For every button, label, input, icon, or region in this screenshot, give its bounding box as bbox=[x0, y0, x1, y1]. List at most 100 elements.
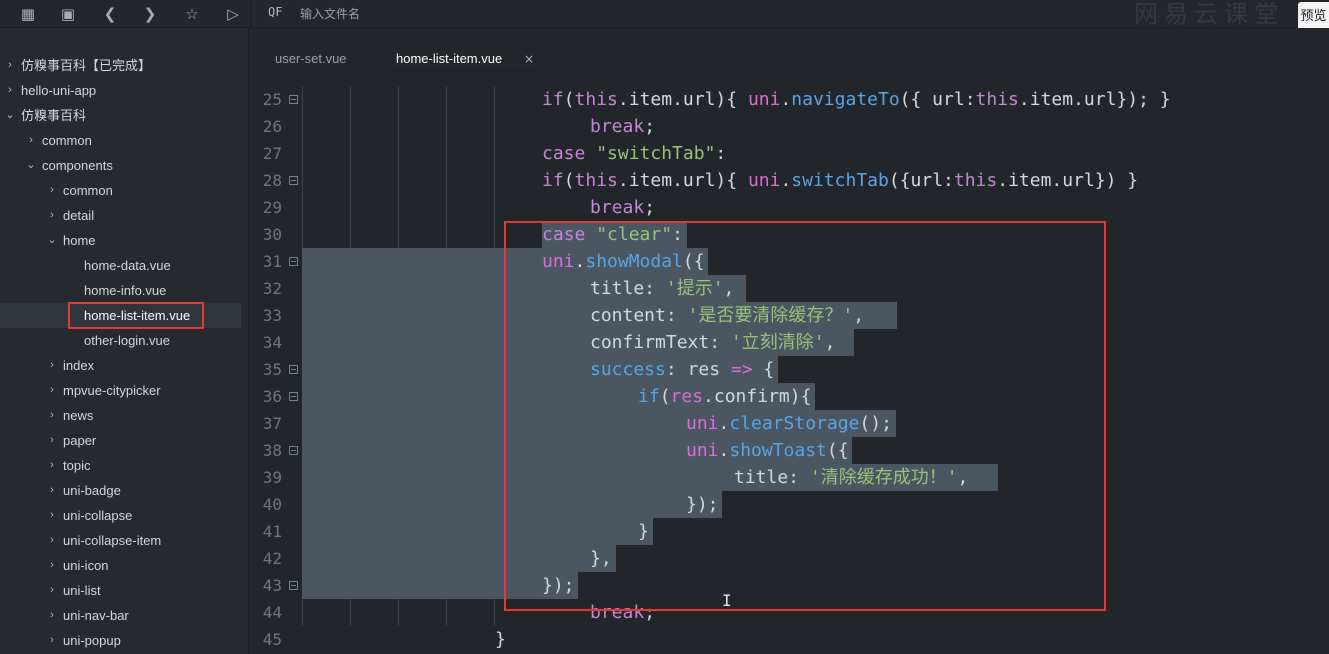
tree-item-label: 仿糗事百科【已完成】 bbox=[21, 58, 152, 73]
selection-highlight-annotation bbox=[68, 302, 204, 329]
tree-item-label: home-info.vue bbox=[84, 283, 167, 298]
tab-active-indicator bbox=[392, 70, 540, 72]
tree-item[interactable]: › common bbox=[0, 128, 241, 153]
chevron-right-icon: › bbox=[50, 184, 54, 196]
tree-item-label: uni-list bbox=[63, 583, 101, 598]
code-token: ({ url: bbox=[899, 89, 976, 110]
tree-item-label: uni-nav-bar bbox=[63, 608, 129, 623]
save-icon[interactable]: ▣ bbox=[57, 3, 79, 25]
code-token: .item.url){ bbox=[617, 89, 748, 110]
code-token: uni bbox=[747, 170, 781, 191]
line-number: 27 bbox=[262, 144, 282, 163]
tab-user-set[interactable]: user-set.vue bbox=[275, 47, 347, 71]
tree-item[interactable]: › common bbox=[0, 178, 241, 203]
tree-item-label: mpvue-citypicker bbox=[63, 383, 161, 398]
tree-item-label: uni-collapse bbox=[63, 508, 133, 523]
line-number: 35 bbox=[262, 360, 282, 379]
chevron-right-icon: › bbox=[50, 384, 54, 396]
line-number: 39 bbox=[262, 468, 282, 487]
tree-item[interactable]: › paper bbox=[0, 428, 241, 453]
code-line: } bbox=[495, 626, 506, 653]
tree-item[interactable]: › uni-icon bbox=[0, 553, 241, 578]
fold-toggle-icon[interactable] bbox=[289, 392, 298, 401]
line-number: 25 bbox=[262, 90, 282, 109]
code-token: this bbox=[975, 89, 1019, 110]
line-number: 40 bbox=[262, 495, 282, 514]
tree-item-label: hello-uni-app bbox=[21, 83, 97, 98]
tree-item[interactable]: › hello-uni-app bbox=[0, 78, 241, 103]
chevron-right-icon: › bbox=[50, 459, 54, 471]
star-icon[interactable]: ☆ bbox=[181, 3, 203, 25]
fold-toggle-icon[interactable] bbox=[289, 581, 298, 590]
code-token: ( bbox=[563, 89, 575, 110]
new-file-icon[interactable]: ▦ bbox=[17, 3, 39, 25]
tree-item[interactable]: ⌄ components bbox=[0, 153, 241, 178]
code-line: break; bbox=[590, 194, 655, 221]
code-line: case "switchTab": bbox=[542, 140, 726, 167]
code-token: navigateTo bbox=[791, 89, 900, 110]
toolbar-divider bbox=[250, 0, 251, 28]
watermark-logo: 网易云课堂 bbox=[1134, 1, 1284, 28]
tree-item[interactable]: › uni-list bbox=[0, 578, 241, 603]
code-token: this bbox=[574, 170, 618, 191]
chevron-down-icon: ⌄ bbox=[5, 109, 15, 121]
tree-item-label: news bbox=[63, 408, 94, 423]
fold-toggle-icon[interactable] bbox=[289, 446, 298, 455]
tree-item-label: detail bbox=[63, 208, 95, 223]
chevron-right-icon: › bbox=[50, 534, 54, 546]
line-number: 33 bbox=[262, 306, 282, 325]
chevron-right-icon: › bbox=[50, 634, 54, 646]
tree-item-label: uni-popup bbox=[63, 633, 121, 648]
tree-file[interactable]: home-info.vue bbox=[0, 278, 241, 303]
tree-item[interactable]: › mpvue-citypicker bbox=[0, 378, 241, 403]
line-number: 31 bbox=[262, 252, 282, 271]
run-icon[interactable]: ▷ bbox=[222, 3, 244, 25]
tree-item-label: components bbox=[42, 158, 113, 173]
code-token: this bbox=[574, 89, 618, 110]
tree-file[interactable]: home-data.vue bbox=[0, 253, 241, 278]
code-token: .item.url){ bbox=[617, 170, 748, 191]
tree-item[interactable]: › topic bbox=[0, 453, 241, 478]
line-gutter: 25 26 27 28 29 30 31 32 33 34 35 36 37 38 39 40 41 42 43 44… bbox=[250, 86, 302, 654]
line-number: 45 bbox=[262, 630, 282, 649]
tree-item-label: common bbox=[42, 133, 92, 148]
tree-item-label: index bbox=[63, 358, 95, 373]
chevron-down-icon: ⌄ bbox=[47, 234, 57, 246]
tree-item[interactable]: › uni-nav-bar bbox=[0, 603, 241, 628]
tree-item[interactable]: › news bbox=[0, 403, 241, 428]
tree-item[interactable]: › uni-collapse-item bbox=[0, 528, 241, 553]
code-token: ; bbox=[644, 197, 656, 218]
chevron-right-icon: › bbox=[29, 134, 33, 146]
fold-toggle-icon[interactable] bbox=[289, 257, 298, 266]
code-token: this bbox=[953, 170, 998, 191]
line-number: 32 bbox=[262, 279, 282, 298]
tab-home-list-item[interactable]: home-list-item.vue bbox=[396, 47, 502, 71]
line-number: 42 bbox=[262, 549, 282, 568]
tree-item[interactable]: › uni-collapse bbox=[0, 503, 241, 528]
back-icon[interactable]: ❮ bbox=[99, 3, 121, 25]
fold-toggle-icon[interactable] bbox=[289, 365, 298, 374]
tree-item[interactable]: › uni-popup bbox=[0, 628, 241, 653]
forward-icon[interactable]: ❯ bbox=[139, 3, 161, 25]
file-search-input[interactable] bbox=[300, 4, 1060, 24]
tree-item[interactable]: › index bbox=[0, 353, 241, 378]
code-token: .item.url}) } bbox=[997, 170, 1139, 191]
tree-item-label: common bbox=[63, 183, 113, 198]
close-icon[interactable]: × bbox=[524, 47, 534, 71]
tree-item[interactable]: ⌄ home bbox=[0, 228, 241, 253]
fold-toggle-icon[interactable] bbox=[289, 95, 298, 104]
tree-file[interactable]: other-login.vue bbox=[0, 328, 241, 353]
annotation-box bbox=[504, 221, 1106, 611]
chevron-right-icon: › bbox=[8, 84, 12, 96]
tree-item[interactable]: › detail bbox=[0, 203, 241, 228]
code-line: if(this.item.url){ uni.switchTab({url:th… bbox=[542, 167, 1138, 194]
tree-item[interactable]: › uni-badge bbox=[0, 478, 241, 503]
code-token: . bbox=[780, 170, 792, 191]
fold-toggle-icon[interactable] bbox=[289, 176, 298, 185]
tree-item[interactable]: ⌄ 仿糗事百科 bbox=[0, 103, 241, 128]
chevron-right-icon: › bbox=[50, 509, 54, 521]
code-editor[interactable]: 25 26 27 28 29 30 31 32 33 34 35 36 37 38 39 40 41 42 43 44… bbox=[250, 86, 1329, 654]
line-number: 43 bbox=[262, 576, 282, 595]
preview-button[interactable]: 预览 bbox=[1298, 2, 1329, 30]
tree-item[interactable]: › 仿糗事百科【已完成】 bbox=[0, 53, 241, 78]
